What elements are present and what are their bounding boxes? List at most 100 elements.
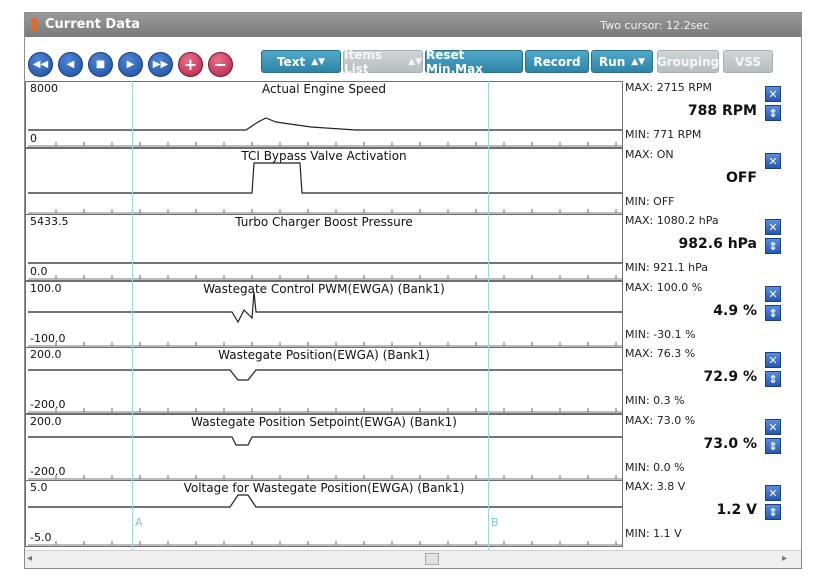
spin-arrows-icon: ⇕ <box>768 106 778 120</box>
graph-title: Wastegate Control PWM(EWGA) (Bank1) <box>203 282 445 296</box>
remove-item-button[interactable]: ✕ <box>765 86 781 102</box>
graph-3-info: MAX: 1080.2 hPa 982.6 hPa MIN: 921.1 hPa ✕ ⇕ <box>623 214 801 281</box>
graph-title: Voltage for Wastegate Position(EWGA) (Ba… <box>183 481 465 495</box>
stop-button[interactable]: ■ <box>88 52 113 77</box>
max-value: MAX: 2715 RPM <box>625 81 713 94</box>
current-value: 982.6 hPa <box>678 236 757 252</box>
reset-min-max-button[interactable]: Reset Min.Max <box>425 47 523 76</box>
items-list-label: Items List <box>344 47 382 76</box>
close-icon: ✕ <box>768 287 778 301</box>
graph-axis-min: 0.0 <box>30 265 48 278</box>
max-value: MAX: 3.8 V <box>625 480 686 493</box>
scroll-thumb[interactable] <box>425 553 439 565</box>
scroll-left-icon[interactable]: ◂ <box>27 553 32 564</box>
graph-axis-min: -200.0 <box>30 398 66 411</box>
play-button[interactable]: ▶ <box>118 52 143 77</box>
close-icon: ✕ <box>768 353 778 367</box>
updown-arrow-icon: ▲▼ <box>408 56 422 67</box>
scale-spin-button[interactable]: ⇕ <box>765 504 781 520</box>
close-icon: ✕ <box>768 220 778 234</box>
graph-axis-max: 200.0 <box>30 415 62 428</box>
scale-spin-button[interactable]: ⇕ <box>765 105 781 121</box>
cursor-b-label: B <box>491 516 499 529</box>
grouping-button[interactable]: Grouping <box>657 50 719 73</box>
remove-item-button[interactable]: ✕ <box>765 219 781 235</box>
toolbar: ◀◀ ◀ ■ ▶ ▶▶ + − Text ▲▼ Items List ▲▼ Rese… <box>25 37 801 81</box>
fast-forward-button[interactable]: ▶▶ <box>148 52 173 77</box>
current-value: 4.9 % <box>713 303 757 319</box>
spin-arrows-icon: ⇕ <box>768 505 778 519</box>
max-value: MAX: 73.0 % <box>625 414 696 427</box>
updown-arrow-icon: ▲▼ <box>631 56 646 67</box>
graph-6-trace <box>28 436 622 446</box>
scale-spin-button[interactable]: ⇕ <box>765 238 781 254</box>
graph-title: Actual Engine Speed <box>262 82 386 96</box>
current-value: 1.2 V <box>716 502 757 518</box>
graph-4[interactable]: Wastegate Control PWM(EWGA) (Bank1) 100.0… <box>25 281 623 348</box>
remove-item-button[interactable]: ✕ <box>765 485 781 501</box>
current-value: 788 RPM <box>687 103 757 119</box>
scroll-right-icon[interactable]: ▸ <box>782 553 787 564</box>
title-bar: Current Data Two cursor: 12.2sec <box>25 13 801 37</box>
graph-4-trace <box>28 291 622 324</box>
fast-forward-icon: ▶▶ <box>152 59 169 70</box>
window-title: Current Data <box>45 17 140 32</box>
vss-button[interactable]: VSS <box>723 50 773 73</box>
zoom-in-button[interactable]: + <box>178 52 203 77</box>
cursor-b-line[interactable] <box>488 81 489 551</box>
graph-3[interactable]: Turbo Charger Boost Pressure 5433.5 0.0 <box>25 214 623 281</box>
close-icon: ✕ <box>768 420 778 434</box>
vss-label: VSS <box>734 54 762 69</box>
graph-7[interactable]: Voltage for Wastegate Position(EWGA) (Ba… <box>25 480 623 547</box>
graph-axis-max: 5.0 <box>30 481 48 494</box>
horizontal-scrollbar[interactable]: ◂ ▸ <box>25 550 801 568</box>
min-value: MIN: 771 RPM <box>625 128 702 141</box>
remove-item-button[interactable]: ✕ <box>765 419 781 435</box>
max-value: MAX: 100.0 % <box>625 281 703 294</box>
remove-item-button[interactable]: ✕ <box>765 286 781 302</box>
scale-spin-button[interactable]: ⇕ <box>765 371 781 387</box>
graph-4-info: MAX: 100.0 % 4.9 % MIN: -30.1 % ✕ ⇕ <box>623 281 801 348</box>
graph-axis-max: 8000 <box>30 82 58 95</box>
graph-1-info: MAX: 2715 RPM 788 RPM MIN: 771 RPM ✕ ⇕ <box>623 81 801 148</box>
graph-6[interactable]: Wastegate Position Setpoint(EWGA) (Bank1… <box>25 414 623 481</box>
text-mode-select[interactable]: Text ▲▼ <box>261 50 341 73</box>
spin-arrows-icon: ⇕ <box>768 239 778 253</box>
graph-axis-min: -100.0 <box>30 332 66 345</box>
min-value: MIN: 0.0 % <box>625 461 685 474</box>
run-select[interactable]: Run ▲▼ <box>591 50 653 73</box>
graph-5-info: MAX: 76.3 % 72.9 % MIN: 0.3 % ✕ ⇕ <box>623 347 801 414</box>
graph-7-trace <box>28 494 622 508</box>
graph-axis-min: 0 <box>30 132 37 145</box>
stop-icon: ■ <box>95 59 106 70</box>
items-list-select[interactable]: Items List ▲▼ <box>343 47 423 76</box>
run-label: Run <box>598 54 626 69</box>
cursor-a-line[interactable] <box>132 81 133 551</box>
graph-5[interactable]: Wastegate Position(EWGA) (Bank1) 200.0 -20… <box>25 347 623 414</box>
graph-2-trace <box>28 162 622 194</box>
prev-button[interactable]: ◀ <box>58 52 83 77</box>
graph-2[interactable]: TCI Bypass Valve Activation <box>25 148 623 215</box>
rewind-button[interactable]: ◀◀ <box>28 52 53 77</box>
close-icon: ✕ <box>768 154 778 168</box>
close-icon: ✕ <box>768 87 778 101</box>
spin-arrows-icon: ⇕ <box>768 439 778 453</box>
remove-item-button[interactable]: ✕ <box>765 153 781 169</box>
zoom-out-button[interactable]: − <box>208 52 233 77</box>
text-mode-label: Text <box>276 54 306 69</box>
record-button[interactable]: Record <box>525 50 589 73</box>
graph-5-trace <box>28 369 622 381</box>
spin-arrows-icon: ⇕ <box>768 372 778 386</box>
record-label: Record <box>533 54 581 69</box>
max-value: MAX: 1080.2 hPa <box>625 214 719 227</box>
remove-item-button[interactable]: ✕ <box>765 352 781 368</box>
minus-icon: − <box>213 55 228 74</box>
scale-spin-button[interactable]: ⇕ <box>765 305 781 321</box>
scale-spin-button[interactable]: ⇕ <box>765 438 781 454</box>
current-value: OFF <box>725 170 757 186</box>
prev-icon: ◀ <box>66 59 75 70</box>
graph-axis-min: -5.0 <box>30 531 52 544</box>
reset-min-max-label: Reset Min.Max <box>426 47 483 76</box>
graph-1[interactable]: Actual Engine Speed 8000 0 <box>25 81 623 148</box>
graph-axis-max: 5433.5 <box>30 215 69 228</box>
